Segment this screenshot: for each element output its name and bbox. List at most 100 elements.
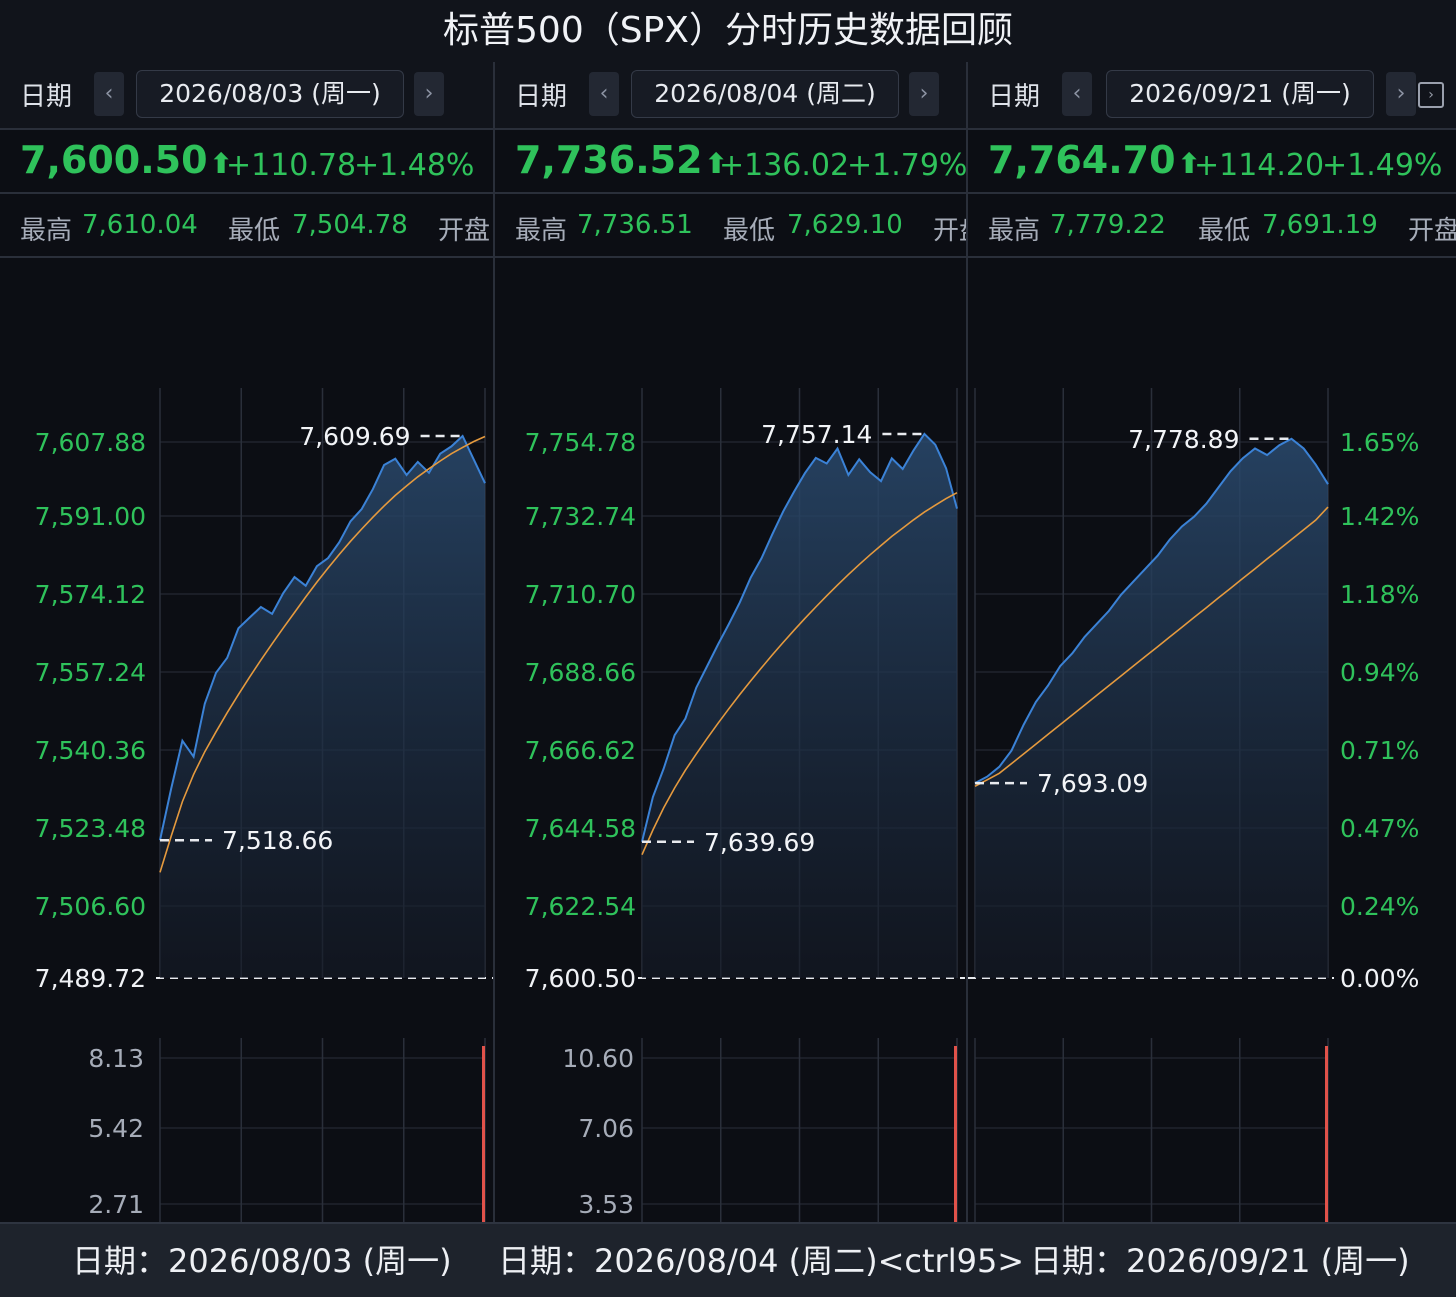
volume-tick-label: 7.06 — [578, 1114, 634, 1143]
intraday-chart[interactable]: 7,754.78 7,732.74 7,710.70 7,688.66 7,666.62… — [495, 258, 966, 1222]
last-price: 7,764.70⬆ — [988, 138, 1201, 182]
last-price: 7,736.52⬆ — [515, 138, 728, 182]
price-change: +110.78 — [226, 148, 357, 183]
open-label: 开盘 — [933, 216, 966, 246]
closing-volume-bar — [1325, 1046, 1328, 1222]
high-value: 7,736.51 — [577, 210, 693, 240]
closing-volume-bar — [954, 1046, 957, 1222]
y-tick-label: 7,523.48 — [35, 814, 146, 843]
y-tick-label: 7,574.12 — [35, 580, 146, 609]
prev-date-button[interactable]: ‹ — [94, 72, 124, 116]
high-annotation: 7,778.89 — [1128, 425, 1239, 454]
footer-bar: 日期：2026/08/03 (周一) 日期：2026/08/04 (周二)<ct… — [0, 1222, 1456, 1297]
stats-bar: 最高 7,610.04 最低 7,504.78 开盘 — [0, 194, 493, 258]
date-picker[interactable]: 2026/08/03 (周一) — [136, 70, 404, 118]
date-picker[interactable]: 2026/08/04 (周二) — [631, 70, 899, 118]
date-label: 日期 — [20, 82, 73, 112]
last-price: 7,600.50⬆ — [20, 138, 233, 182]
volume-tick-label: 10.60 — [562, 1044, 634, 1073]
chevron-right-icon: › — [1396, 81, 1406, 106]
y-tick-label: 0.00% — [1340, 964, 1419, 993]
closing-volume-bar — [482, 1046, 485, 1222]
intraday-chart[interactable]: 1.65% 1.42% 1.18% 0.94% 0.71% 0.47% 0.24% 0.00%… — [968, 258, 1456, 1222]
footer-date-3: 日期：2026/09/21 (周一) — [1030, 1242, 1410, 1280]
stats-bar: 最高 7,779.22 最低 7,691.19 开盘 — [968, 194, 1456, 258]
low-value: 7,691.19 — [1262, 210, 1378, 240]
y-tick-label: 1.42% — [1340, 502, 1419, 531]
y-tick-label: 7,644.58 — [525, 814, 636, 843]
date-bar: 日期 ‹ 2026/08/03 (周一) › — [0, 62, 493, 130]
volume-tick-label: 8.13 — [88, 1044, 144, 1073]
prev-date-button[interactable]: ‹ — [589, 72, 619, 116]
y-tick-label: 0.71% — [1340, 736, 1419, 765]
y-tick-label: 7,666.62 — [525, 736, 636, 765]
chart-panel-1: 日期 ‹ 2026/08/03 (周一) › 7,600.50⬆ +110.78… — [0, 62, 495, 1222]
price-change: +114.20 — [1194, 148, 1325, 183]
y-tick-label: 0.47% — [1340, 814, 1419, 843]
high-value: 7,610.04 — [82, 210, 198, 240]
next-date-button[interactable]: › — [1386, 72, 1416, 116]
y-tick-label: 7,600.50 — [525, 964, 636, 993]
high-label: 最高 — [515, 216, 568, 246]
volume-tick-label: 5.42 — [88, 1114, 144, 1143]
price-bar: 7,764.70⬆ +114.20 +1.49% — [968, 130, 1456, 194]
high-annotation: 7,609.69 — [299, 422, 410, 451]
chart-panel-3: 日期 ‹ 2026/09/21 (周一) › › 7,764.70⬆ +114.… — [968, 62, 1456, 1222]
y-tick-label: 7,591.00 — [35, 502, 146, 531]
y-tick-label: 7,506.60 — [35, 892, 146, 921]
price-bar: 7,600.50⬆ +110.78 +1.48% — [0, 130, 493, 194]
date-label: 日期 — [988, 82, 1041, 112]
stats-bar: 最高 7,736.51 最低 7,629.10 开盘 — [495, 194, 966, 258]
low-value: 7,504.78 — [292, 210, 408, 240]
y-tick-label: 7,754.78 — [525, 428, 636, 457]
y-tick-label: 7,688.66 — [525, 658, 636, 687]
price-bar: 7,736.52⬆ +136.02 +1.79% — [495, 130, 966, 194]
y-tick-label: 1.65% — [1340, 428, 1419, 457]
footer-date-1: 日期：2026/08/03 (周一) — [72, 1242, 452, 1280]
date-bar: 日期 ‹ 2026/08/04 (周二) › — [495, 62, 966, 130]
chevron-left-icon: ‹ — [599, 81, 609, 106]
prev-date-button[interactable]: ‹ — [1062, 72, 1092, 116]
price-change-pct: +1.48% — [354, 148, 475, 183]
price-change-pct: +1.49% — [1322, 148, 1443, 183]
chevron-right-icon: › — [919, 81, 929, 106]
next-date-button[interactable]: › — [909, 72, 939, 116]
y-tick-label: 7,540.36 — [35, 736, 146, 765]
next-date-button[interactable]: › — [414, 72, 444, 116]
y-tick-label: 7,710.70 — [525, 580, 636, 609]
low-label: 最低 — [228, 216, 281, 246]
expand-panel-icon[interactable]: › — [1418, 82, 1444, 108]
y-tick-label: 7,489.72 — [35, 964, 146, 993]
date-bar: 日期 ‹ 2026/09/21 (周一) › › — [968, 62, 1456, 130]
chevron-left-icon: ‹ — [1072, 81, 1082, 106]
chart-panel-2: 日期 ‹ 2026/08/04 (周二) › 7,736.52⬆ +136.02… — [495, 62, 968, 1222]
y-tick-label: 7,557.24 — [35, 658, 146, 687]
y-tick-label: 0.94% — [1340, 658, 1419, 687]
page-title: 标普500（SPX）分时历史数据回顾 — [0, 0, 1456, 62]
y-tick-label: 7,622.54 — [525, 892, 636, 921]
high-label: 最高 — [988, 216, 1041, 246]
footer-date-2: 日期：2026/08/04 (周二)<ctrl95> — [498, 1242, 1025, 1280]
price-change-pct: +1.79% — [847, 148, 968, 183]
intraday-chart[interactable]: 7,607.88 7,591.00 7,574.12 7,557.24 7,540.36… — [0, 258, 493, 1222]
y-tick-label: 7,607.88 — [35, 428, 146, 457]
date-picker[interactable]: 2026/09/21 (周一) — [1106, 70, 1374, 118]
low-annotation: 7,693.09 — [1037, 769, 1148, 798]
high-annotation: 7,757.14 — [761, 420, 872, 449]
y-tick-label: 0.24% — [1340, 892, 1419, 921]
high-value: 7,779.22 — [1050, 210, 1166, 240]
low-annotation: 7,518.66 — [222, 826, 333, 855]
low-value: 7,629.10 — [787, 210, 903, 240]
low-label: 最低 — [1198, 216, 1251, 246]
open-label: 开盘 — [438, 216, 491, 246]
high-label: 最高 — [20, 216, 73, 246]
volume-tick-label: 2.71 — [88, 1190, 144, 1219]
chevron-right-icon: › — [424, 81, 434, 106]
volume-tick-label: 3.53 — [578, 1190, 634, 1219]
date-label: 日期 — [515, 82, 568, 112]
price-change: +136.02 — [719, 148, 850, 183]
open-label: 开盘 — [1408, 216, 1456, 246]
y-tick-label: 1.18% — [1340, 580, 1419, 609]
low-annotation: 7,639.69 — [704, 828, 815, 857]
y-tick-label: 7,732.74 — [525, 502, 636, 531]
